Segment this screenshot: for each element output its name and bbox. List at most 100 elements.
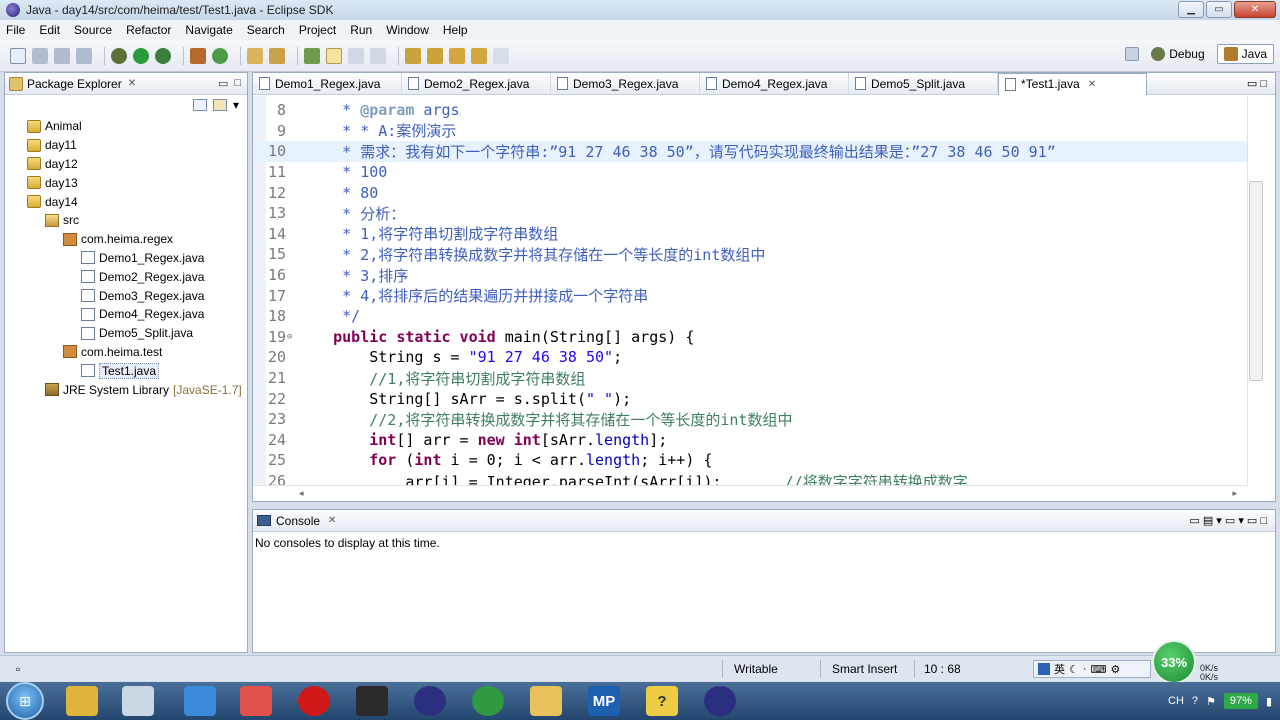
tree-item[interactable]: Animal [5,117,247,136]
code-line[interactable]: 9 * * A:案例演示 [253,121,1247,142]
collapse-all-icon[interactable] [192,99,207,111]
open-type-icon[interactable] [247,47,263,64]
minimize-button[interactable]: ▁ [1178,1,1204,18]
tree-item[interactable]: day14 [5,192,247,211]
tree-item[interactable]: day12 [5,155,247,174]
show-whitespace-icon[interactable] [370,47,386,64]
block-selection-icon[interactable] [348,47,364,64]
eclipse2-icon[interactable] [704,686,736,716]
tree-item[interactable]: JRE System Library [JavaSE-1.7] [5,380,247,399]
ime-settings-icon[interactable]: ⚙ [1110,663,1120,676]
new-java-project-icon[interactable] [190,47,206,64]
fold-toggle-icon[interactable]: ⊖ [287,332,292,342]
print-icon[interactable] [76,47,92,64]
editor-tab[interactable]: Demo3_Regex.java [551,72,700,95]
ime-moon-icon[interactable]: ☾ [1069,663,1079,676]
code-line[interactable]: 11 * 100 [253,162,1247,183]
new-icon[interactable] [10,47,26,64]
ime-language[interactable]: 英 [1054,661,1065,677]
close-icon[interactable]: ✕ [128,78,136,89]
tree-item[interactable]: com.heima.regex [5,230,247,249]
search-icon[interactable] [269,47,285,64]
external-tools-icon[interactable] [155,47,171,64]
save-all-icon[interactable] [54,47,70,64]
forward-icon[interactable] [493,47,509,64]
tree-item[interactable]: Demo5_Split.java [5,324,247,343]
network-monitor-badge[interactable]: 33% [1152,640,1196,684]
scroll-right-icon[interactable]: ▸ [1232,488,1237,499]
package-explorer-tab[interactable]: Package Explorer ✕ ▭ □ [5,73,247,95]
code-line[interactable]: 25 for (int i = 0; i < arr.length; i++) … [253,450,1247,471]
chrome-icon[interactable] [472,686,504,716]
paint-icon[interactable] [122,686,154,716]
code-line[interactable]: 21 //1,将字符串切割成字符串数组 [253,368,1247,389]
tray-power-icon[interactable]: ▮ [1266,695,1272,708]
code-line[interactable]: 12 * 80 [253,182,1247,203]
code-line[interactable]: 8 * @param args [253,100,1247,121]
code-editor[interactable]: 8 * @param args 9 * * A:案例演示 10 * 需求：我有如下一… [253,96,1247,486]
ie-icon[interactable] [66,686,98,716]
eclipse-icon[interactable] [414,686,446,716]
previous-annotation-icon[interactable] [427,47,443,64]
code-line[interactable]: 17 * 4,将排序后的结果遍历并拼接成一个字符串 [253,285,1247,306]
menu-source[interactable]: Source [74,23,112,37]
horizontal-scrollbar[interactable]: ◂ ▸ [253,485,1247,501]
tree-item[interactable]: Test1.java [5,361,247,380]
code-line[interactable]: 15 * 2,将字符串转换成数字并将其存储在一个等长度的int数组中 [253,244,1247,265]
code-line[interactable]: 23 //2,将字符串转换成数字并将其存储在一个等长度的int数组中 [253,409,1247,430]
tree-item[interactable]: src [5,211,247,230]
menu-edit[interactable]: Edit [39,23,60,37]
tray-help-icon[interactable]: ? [1192,695,1198,707]
fast-view-icon[interactable]: ▫ [16,662,20,676]
menu-help[interactable]: Help [443,23,468,37]
code-line[interactable]: 18 */ [253,306,1247,327]
maximize-button[interactable]: ▭ [1206,1,1232,18]
tree-item[interactable]: com.heima.test [5,343,247,362]
tree-item[interactable]: Demo4_Regex.java [5,305,247,324]
save-icon[interactable] [32,47,48,64]
scroll-left-icon[interactable]: ◂ [299,488,304,499]
mp-icon[interactable]: MP [588,686,620,716]
menu-project[interactable]: Project [299,23,336,37]
menu-run[interactable]: Run [350,23,372,37]
qq-icon[interactable] [184,686,216,716]
close-icon[interactable]: ✕ [328,515,336,526]
ime-toolbar[interactable]: 英 ☾ · ⌨ ⚙ [1033,660,1151,678]
tree-item[interactable]: day13 [5,173,247,192]
editor-tab[interactable]: *Test1.java ✕ [998,72,1147,95]
next-annotation-icon[interactable] [405,47,421,64]
tree-item[interactable]: Demo3_Regex.java [5,286,247,305]
debug-icon[interactable] [111,47,127,64]
start-button[interactable]: ⊞ [6,682,44,720]
tree-item[interactable]: day11 [5,136,247,155]
code-line[interactable]: 26 arr[i] = Integer.parseInt(sArr[i]); /… [253,471,1247,486]
java-perspective-button[interactable]: Java [1216,44,1274,64]
tray-language[interactable]: CH [1168,695,1184,707]
tray-battery[interactable]: 97% [1223,693,1258,709]
close-button[interactable]: ✕ [1234,1,1276,18]
console-tab[interactable]: Console ✕ ▭ ▤ ▾ ▭ ▾ ▭ □ [253,510,1275,532]
maximize-view-icon[interactable]: □ [234,77,241,90]
open-perspective-icon[interactable] [1125,47,1140,61]
opera-icon[interactable] [298,686,330,716]
close-icon[interactable]: ✕ [1088,79,1096,90]
new-class-icon[interactable] [212,47,228,64]
menu-window[interactable]: Window [386,23,429,37]
editor-tab[interactable]: Demo5_Split.java [849,72,998,95]
tree-item[interactable]: Demo1_Regex.java [5,249,247,268]
code-line[interactable]: 24 int[] arr = new int[sArr.length]; [253,430,1247,451]
code-line[interactable]: 13 * 分析： [253,203,1247,224]
editor-tab[interactable]: Demo1_Regex.java [253,72,402,95]
code-line[interactable]: 22 String[] sArr = s.split(" "); [253,388,1247,409]
editor-tab[interactable]: Demo4_Regex.java [700,72,849,95]
last-edit-icon[interactable] [449,47,465,64]
run-icon[interactable] [133,47,149,64]
back-icon[interactable] [471,47,487,64]
menu-file[interactable]: File [6,23,25,37]
link-with-editor-icon[interactable] [212,99,227,111]
ime-punct-icon[interactable]: · [1083,663,1087,675]
code-line[interactable]: 16 * 3,排序 [253,265,1247,286]
eraser-icon[interactable] [240,686,272,716]
highlight-icon[interactable] [326,47,342,64]
menu-search[interactable]: Search [247,23,285,37]
